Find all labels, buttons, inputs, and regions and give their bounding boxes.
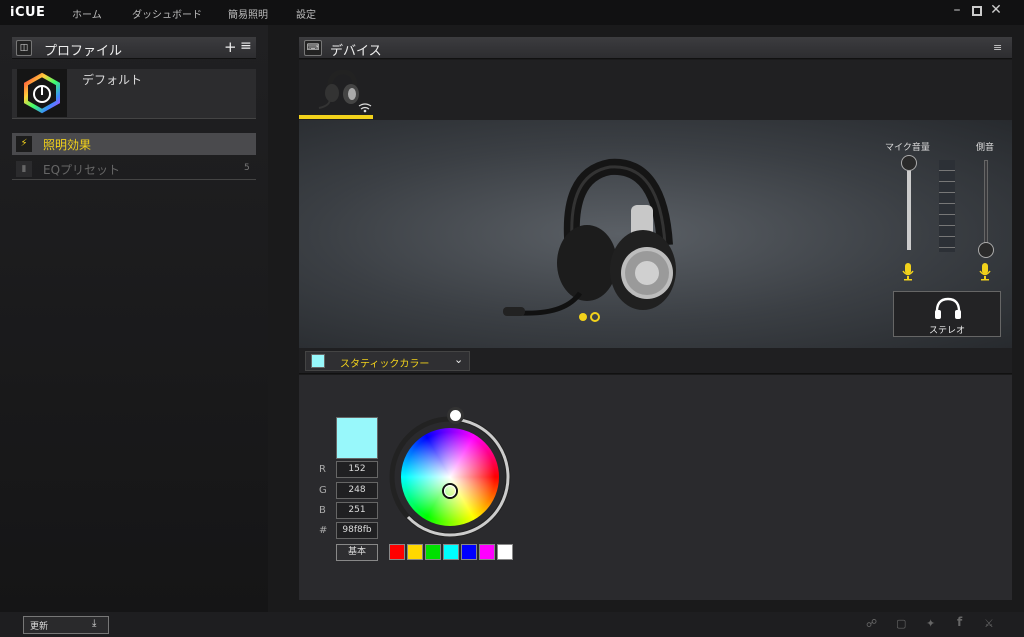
nav-settings[interactable]: 設定 [296, 6, 316, 21]
mic-volume-label: マイク音量 [885, 143, 930, 153]
download-icon: ⤓ [92, 618, 97, 629]
g-field[interactable]: 248 [336, 482, 378, 499]
hex-label: # [319, 525, 328, 536]
add-profile-icon[interactable]: + [224, 38, 237, 56]
update-button[interactable]: 更新 ⤓ [23, 616, 109, 634]
color-swatch[interactable] [443, 544, 459, 560]
b-field[interactable]: 251 [336, 502, 378, 519]
effect-selected-label: スタティックカラー [340, 359, 430, 370]
headset-image [495, 155, 680, 335]
nav-home[interactable]: ホーム [72, 6, 102, 21]
menu-eq[interactable]: ▮ EQプリセット 5 [12, 158, 256, 180]
chevron-down-icon: ⌄ [454, 353, 464, 366]
mic-volume-scale [939, 160, 955, 252]
menu-icon[interactable]: ≡ [240, 38, 252, 54]
eq-count: 5 [244, 163, 250, 173]
link-icon[interactable]: ☍ [866, 617, 877, 630]
color-swatch[interactable] [425, 544, 441, 560]
mic-volume-handle[interactable] [901, 155, 917, 171]
facebook-icon[interactable]: f [957, 615, 962, 629]
r-field[interactable]: 152 [336, 461, 378, 478]
corsair-icon[interactable]: ⚔ [984, 617, 994, 630]
menu-lighting-label: 照明効果 [43, 138, 92, 152]
color-swatch[interactable] [461, 544, 477, 560]
stereo-button[interactable]: ステレオ [893, 291, 1001, 337]
app-logo: iCUE [10, 5, 46, 20]
nav-simple-lighting[interactable]: 簡易照明 [228, 6, 268, 21]
keyboard-icon: ⌨ [304, 40, 322, 56]
menu-lighting[interactable]: ⚡ 照明効果 [12, 133, 256, 155]
minimize-icon[interactable]: – [948, 2, 966, 18]
effect-dropdown[interactable]: スタティックカラー ⌄ [305, 351, 470, 371]
profile-name: デフォルト [82, 73, 143, 87]
profile-cards-icon: ◫ [16, 40, 32, 56]
b-label: B [319, 505, 326, 516]
sidetone-handle[interactable] [978, 242, 994, 258]
stereo-label: ステレオ [928, 326, 965, 336]
effect-color-chip [311, 354, 325, 368]
update-label: 更新 [30, 622, 49, 632]
menu-eq-label: EQプリセット [43, 163, 121, 177]
list-icon[interactable]: ≡ [993, 41, 1002, 54]
sidetone-mic-icon [979, 263, 991, 281]
device-thumbnail[interactable] [299, 60, 373, 118]
sidetone-label: 側音 [976, 143, 995, 153]
twitter-icon[interactable]: ✦ [926, 617, 935, 630]
maximize-icon[interactable] [968, 4, 986, 18]
color-swatch[interactable] [479, 544, 495, 560]
color-swatch[interactable] [389, 544, 405, 560]
bars-icon: ▮ [16, 161, 32, 177]
profiles-title: プロファイル [44, 44, 123, 59]
basic-button[interactable]: 基本 [336, 544, 378, 561]
g-label: G [319, 485, 327, 496]
color-swatch[interactable] [407, 544, 423, 560]
r-label: R [319, 464, 326, 475]
close-icon[interactable]: ✕ [987, 2, 1005, 18]
brightness-handle[interactable] [447, 407, 464, 424]
current-color-preview [336, 417, 378, 459]
hex-field[interactable]: 98f8fb [336, 522, 378, 539]
chat-icon[interactable]: ▢ [896, 617, 906, 630]
devices-header: ⌨ デバイス ≡ [299, 37, 1012, 59]
color-wheel[interactable] [388, 407, 514, 538]
profiles-header: ◫ プロファイル + ≡ [12, 37, 256, 59]
headphones-icon [932, 296, 964, 320]
device-strip [299, 60, 1012, 120]
icue-profile-icon [17, 69, 67, 117]
color-swatch[interactable] [497, 544, 513, 560]
devices-title: デバイス [330, 44, 382, 59]
nav-dashboard[interactable]: ダッシュボード [132, 6, 202, 21]
sidetone-slider[interactable] [984, 160, 988, 250]
mic-volume-slider[interactable] [907, 160, 911, 250]
device-selected-indicator [299, 115, 373, 119]
lightning-icon: ⚡ [16, 136, 32, 152]
microphone-icon [902, 263, 914, 281]
